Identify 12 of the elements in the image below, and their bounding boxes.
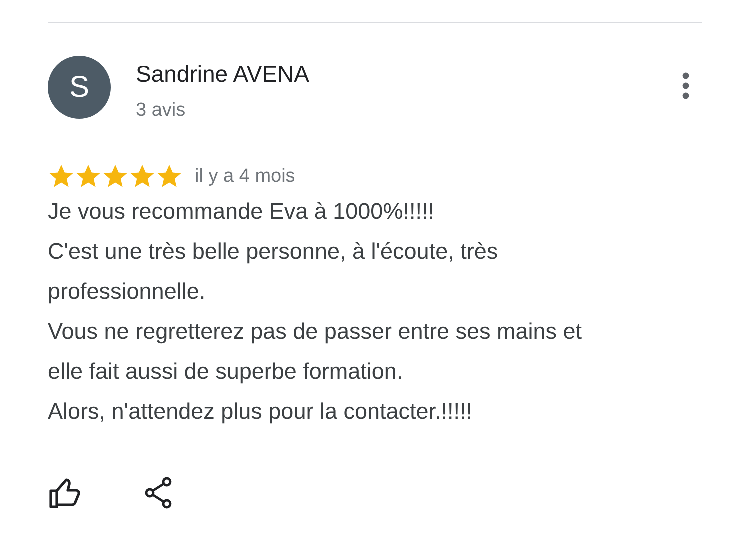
- more-options-icon[interactable]: [682, 72, 690, 100]
- star-icon: [48, 163, 75, 190]
- star-icon: [156, 163, 183, 190]
- thumbs-up-icon[interactable]: [48, 476, 82, 510]
- avatar: S: [48, 56, 111, 119]
- review-time: il y a 4 mois: [195, 166, 296, 188]
- star-icon: [102, 163, 129, 190]
- star-icon: [129, 163, 156, 190]
- author-name[interactable]: Sandrine AVENA: [136, 59, 682, 89]
- review-text: Je vous recommande Eva à 1000%!!!!! C'est une très belle personne, à l'écoute, très professionnelle. Vous ne regretterez pas de passer entre ses mains et elle fait aussi de superbe formation. Alors, n'attendez plus pour la contacter.!!!!!: [48, 198, 584, 426]
- review-count: 3 avis: [136, 99, 187, 123]
- star-icon: [75, 163, 102, 190]
